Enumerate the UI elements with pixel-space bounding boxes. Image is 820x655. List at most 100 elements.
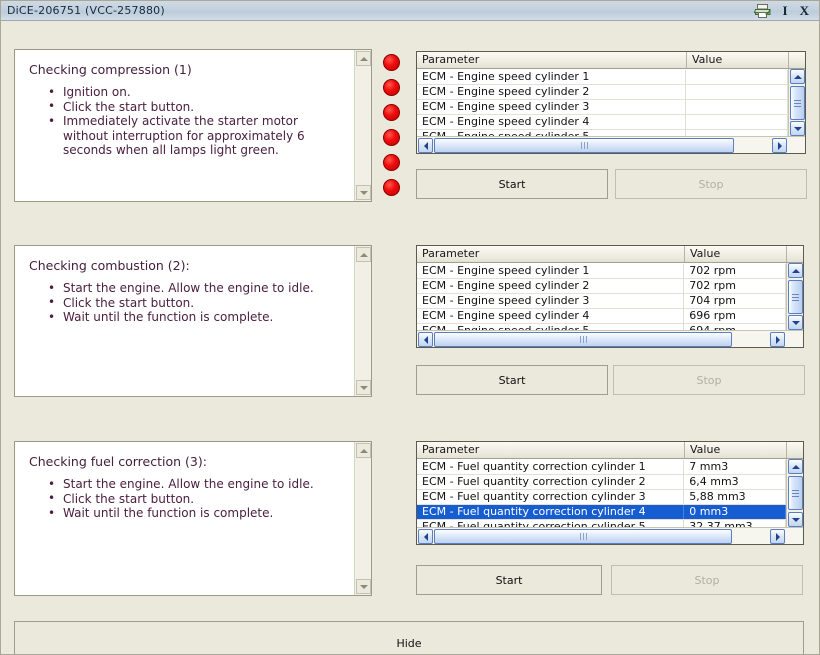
cell-parameter: ECM - Fuel quantity correction cylinder … [417, 460, 685, 474]
cell-value [686, 115, 788, 129]
scroll-up-icon[interactable] [356, 443, 371, 458]
list-item: Ignition on. [48, 85, 344, 100]
scroll-down-icon[interactable] [790, 121, 805, 136]
scroll-left-icon[interactable] [418, 529, 433, 544]
lamp-column-compression [383, 54, 405, 204]
parameter-grid-compression[interactable]: Parameter Value ECM - Engine speed cylin… [416, 51, 806, 154]
scrollbar-thumb[interactable] [434, 332, 732, 347]
grid-vertical-scrollbar[interactable] [786, 263, 803, 330]
cell-parameter: ECM - Engine speed cylinder 3 [417, 100, 687, 114]
table-row[interactable]: ECM - Fuel quantity correction cylinder … [417, 475, 786, 490]
cell-parameter: ECM - Engine speed cylinder 1 [417, 264, 685, 278]
cell-value: 6,4 mm3 [684, 475, 786, 489]
scrollbar-thumb[interactable] [434, 138, 734, 153]
table-row[interactable]: ECM - Engine speed cylinder 1 702 rpm [417, 264, 786, 279]
scroll-up-icon[interactable] [356, 247, 371, 262]
table-row[interactable]: ECM - Engine speed cylinder 2 702 rpm [417, 279, 786, 294]
list-item: Click the start button. [48, 99, 344, 115]
scrollbar-thumb[interactable] [790, 86, 805, 120]
cell-parameter: ECM - Engine speed cylinder 2 [417, 279, 685, 293]
scroll-up-icon[interactable] [788, 263, 803, 278]
scroll-down-icon[interactable] [356, 380, 371, 395]
grid-horizontal-scrollbar[interactable] [417, 527, 803, 544]
column-header-parameter[interactable]: Parameter [417, 52, 687, 68]
cell-parameter: ECM - Engine speed cylinder 1 [417, 70, 687, 84]
stop-button-fuel-correction: Stop [611, 565, 803, 595]
grid-body: ECM - Fuel quantity correction cylinder … [417, 460, 786, 527]
scroll-down-icon[interactable] [356, 185, 371, 200]
cell-parameter: ECM - Engine speed cylinder 4 [417, 115, 687, 129]
scroll-right-icon[interactable] [772, 138, 787, 153]
hide-button[interactable]: Hide [14, 621, 804, 654]
instructions-vertical-scrollbar[interactable] [354, 246, 371, 396]
start-button-combustion[interactable]: Start [416, 365, 608, 395]
column-header-value[interactable]: Value [685, 246, 787, 262]
start-button-compression[interactable]: Start [416, 169, 608, 199]
cell-parameter: ECM - Fuel quantity correction cylinder … [417, 490, 685, 504]
scroll-right-icon[interactable] [770, 529, 785, 544]
column-header-value[interactable]: Value [687, 52, 789, 68]
column-header-parameter[interactable]: Parameter [417, 442, 685, 458]
grid-vertical-scrollbar[interactable] [786, 459, 803, 527]
instructions-panel-compression: Checking compression (1) Ignition on. Cl… [14, 49, 372, 202]
cell-value: 32.37 mm3 [684, 520, 786, 527]
table-row[interactable]: ECM - Engine speed cylinder 2 [417, 85, 788, 100]
table-row[interactable]: ECM - Fuel quantity correction cylinder … [417, 520, 786, 527]
column-header-value[interactable]: Value [685, 442, 787, 458]
table-row[interactable]: ECM - Engine speed cylinder 3 [417, 100, 788, 115]
parameter-grid-combustion[interactable]: Parameter Value ECM - Engine speed cylin… [416, 245, 804, 348]
list-item: Start the engine. Allow the engine to id… [48, 477, 344, 492]
scroll-down-icon[interactable] [356, 579, 371, 594]
cell-value: 7 mm3 [684, 460, 786, 474]
cell-value: 702 rpm [684, 264, 786, 278]
grid-body: ECM - Engine speed cylinder 1 702 rpm EC… [417, 264, 786, 330]
scrollbar-thumb[interactable] [434, 529, 732, 544]
scroll-up-icon[interactable] [788, 459, 803, 474]
window-title: DiCE-206751 (VCC-257880) [7, 4, 165, 17]
cell-parameter: ECM - Fuel quantity correction cylinder … [417, 520, 685, 527]
instructions-vertical-scrollbar[interactable] [354, 442, 371, 595]
instructions-text-compression: Checking compression (1) Ignition on. Cl… [15, 50, 354, 201]
table-row-selected[interactable]: ECM - Fuel quantity correction cylinder … [417, 505, 786, 520]
parameter-grid-fuel-correction[interactable]: Parameter Value ECM - Fuel quantity corr… [416, 441, 804, 545]
close-button[interactable]: X [794, 2, 815, 20]
column-header-parameter[interactable]: Parameter [417, 246, 685, 262]
status-lamp [383, 179, 400, 196]
cell-parameter: ECM - Fuel quantity correction cylinder … [417, 505, 685, 519]
table-row[interactable]: ECM - Fuel quantity correction cylinder … [417, 490, 786, 505]
list-item: Immediately activate the starter motor w… [48, 114, 344, 158]
status-lamp [383, 54, 400, 71]
title-bar: DiCE-206751 (VCC-257880) I X [1, 1, 819, 21]
table-row[interactable]: ECM - Engine speed cylinder 1 [417, 70, 788, 85]
scroll-left-icon[interactable] [418, 332, 433, 347]
cell-value: 704 rpm [684, 294, 786, 308]
grid-vertical-scrollbar[interactable] [788, 69, 805, 136]
scroll-down-icon[interactable] [788, 512, 803, 527]
instructions-vertical-scrollbar[interactable] [354, 50, 371, 201]
table-row[interactable]: ECM - Engine speed cylinder 4 696 rpm [417, 309, 786, 324]
table-row[interactable]: ECM - Engine speed cylinder 3 704 rpm [417, 294, 786, 309]
cell-value: 5,88 mm3 [684, 490, 786, 504]
list-item: Wait until the function is complete. [48, 310, 344, 325]
scroll-right-icon[interactable] [770, 332, 785, 347]
cell-value: 702 rpm [684, 279, 786, 293]
grid-horizontal-scrollbar[interactable] [417, 136, 805, 153]
scroll-left-icon[interactable] [418, 138, 433, 153]
instructions-bullet-list: Ignition on. Click the start button. Imm… [29, 85, 344, 158]
scroll-up-icon[interactable] [790, 69, 805, 84]
grid-horizontal-scrollbar[interactable] [417, 330, 803, 347]
info-button[interactable]: I [777, 2, 794, 20]
print-icon[interactable] [753, 3, 773, 19]
scroll-down-icon[interactable] [788, 315, 803, 330]
instructions-text-combustion: Checking combustion (2): Start the engin… [15, 246, 354, 396]
instructions-panel-combustion: Checking combustion (2): Start the engin… [14, 245, 372, 397]
cell-value [686, 70, 788, 84]
table-row[interactable]: ECM - Fuel quantity correction cylinder … [417, 460, 786, 475]
scrollbar-thumb[interactable] [788, 280, 803, 314]
table-row[interactable]: ECM - Engine speed cylinder 4 [417, 115, 788, 130]
scroll-up-icon[interactable] [356, 51, 371, 66]
grid-header-row: Parameter Value [417, 52, 805, 69]
scrollbar-thumb[interactable] [788, 476, 803, 510]
start-button-fuel-correction[interactable]: Start [416, 565, 602, 595]
instructions-heading: Checking fuel correction (3): [29, 454, 207, 469]
